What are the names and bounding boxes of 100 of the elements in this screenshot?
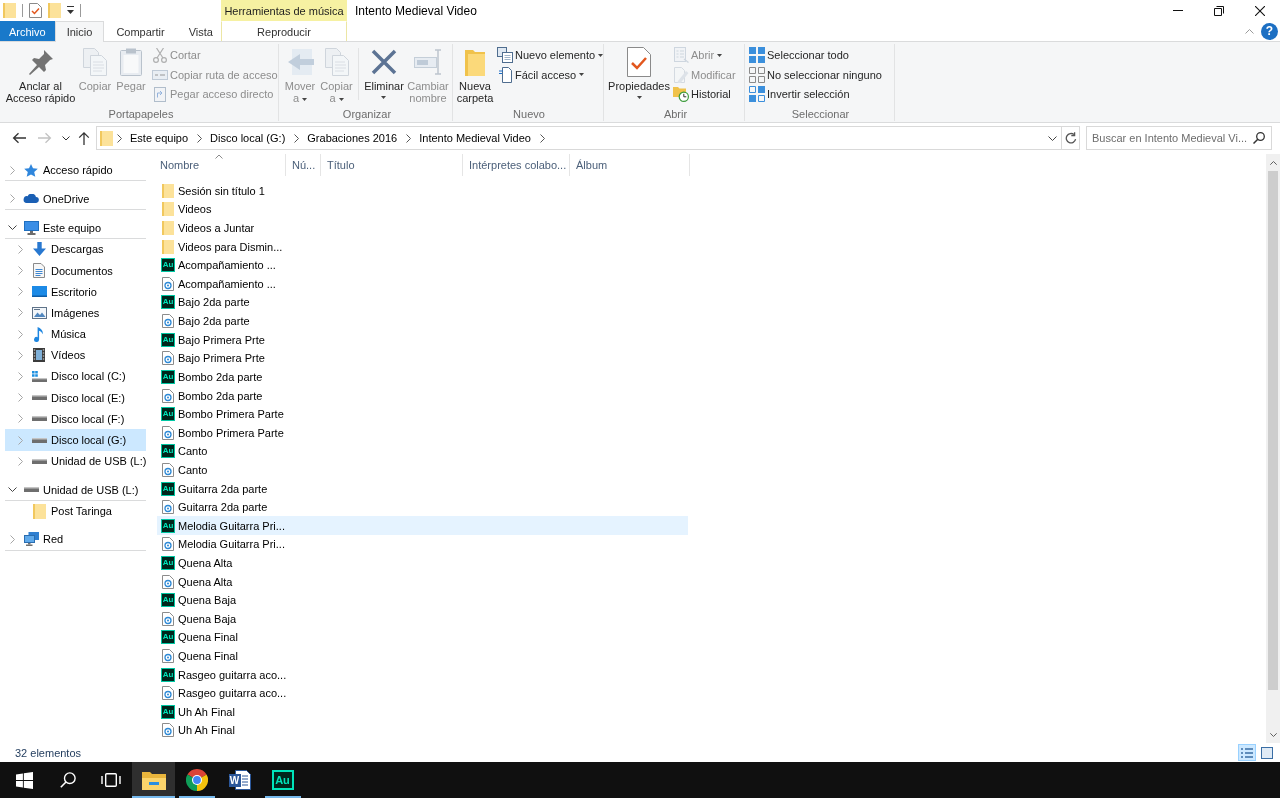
file-row[interactable]: Au Quena Final	[157, 628, 688, 647]
nav-item[interactable]: Red	[5, 529, 146, 551]
chevron-right-icon[interactable]	[294, 133, 300, 143]
file-row[interactable]: Guitarra 2da parte	[157, 497, 688, 517]
tab[interactable]: Archivo	[0, 21, 55, 41]
file-row[interactable]: Quena Baja	[157, 609, 688, 629]
nav-item[interactable]: Disco local (F:)	[5, 408, 146, 430]
stacked-squares-icon	[497, 47, 513, 64]
nav-item[interactable]: Post Taringa	[5, 500, 146, 522]
breadcrumb[interactable]: Disco local (G:)	[202, 127, 292, 149]
ribbon-button[interactable]: Nueva carpeta	[455, 44, 495, 106]
file-row[interactable]: Videos a Juntar	[157, 218, 688, 238]
nav-item[interactable]: Unidad de USB (L:)	[5, 450, 146, 472]
tab[interactable]: Inicio	[54, 21, 105, 42]
chevron-down-icon[interactable]	[1269, 732, 1277, 737]
file-row[interactable]: Sesión sin título 1	[157, 181, 688, 201]
ribbon-button[interactable]: Anclar al Acceso rápido	[4, 44, 77, 106]
file-row[interactable]: Melodia Guitarra Pri...	[157, 535, 688, 554]
tab[interactable]: Reproducir	[221, 21, 347, 41]
file-row[interactable]: Au Melodia Guitarra Pri...	[157, 516, 688, 536]
ribbon-button[interactable]: Fácil acceso	[495, 65, 606, 85]
file-row[interactable]: Bombo Primera Parte	[157, 423, 688, 443]
file-row[interactable]: Quena Final	[157, 646, 688, 666]
column-header[interactable]: Nombre	[157, 154, 286, 176]
search-field[interactable]: Buscar en Intento Medieval Vi...	[1086, 126, 1272, 150]
nav-item[interactable]: OneDrive	[5, 188, 146, 210]
file-row[interactable]: Acompañamiento ...	[157, 274, 688, 294]
column-header[interactable]: Álbum	[570, 154, 690, 176]
nav-item[interactable]: Disco local (C:)	[5, 365, 146, 388]
file-row[interactable]: Au Quena Alta	[157, 553, 688, 573]
file-row[interactable]: Canto	[157, 460, 688, 480]
ribbon-button[interactable]: Propiedades	[607, 44, 671, 106]
details-view-button[interactable]	[1238, 744, 1256, 761]
item-count: 32 elementos	[15, 746, 82, 759]
file-row[interactable]: Au Bajo 2da parte	[157, 293, 688, 312]
file-row[interactable]: Bajo Primera Prte	[157, 349, 688, 368]
nav-item[interactable]: Acceso rápido	[5, 160, 146, 182]
ribbon-button[interactable]: Invertir selección	[747, 84, 884, 104]
ribbon-button[interactable]: Nuevo elemento	[495, 45, 606, 65]
address-bar[interactable]: Este equipo Disco local (G:) Grabaciones 2016 Intento Medieval Video	[96, 126, 1080, 150]
chevron-down-icon[interactable]	[8, 225, 17, 231]
nav-item[interactable]: Unidad de USB (L:)	[5, 479, 146, 501]
file-row[interactable]: Uh Ah Final	[157, 721, 688, 740]
taskbar-app-button[interactable]: W	[218, 762, 261, 798]
file-row[interactable]: Au Bajo Primera Prte	[157, 330, 688, 349]
column-header[interactable]: Título	[321, 154, 463, 176]
file-row[interactable]: Bajo 2da parte	[157, 311, 688, 331]
file-row[interactable]: Au Bombo 2da parte	[157, 367, 688, 387]
file-row[interactable]: Quena Alta	[157, 572, 688, 591]
ribbon-button[interactable]: Seleccionar todo	[747, 45, 884, 65]
scrollbar-thumb[interactable]	[1268, 171, 1278, 690]
chevron-down-icon[interactable]	[8, 487, 17, 492]
nav-item[interactable]: Imágenes	[5, 302, 146, 324]
ribbon-button[interactable]: No seleccionar ninguno	[747, 65, 884, 85]
up-arrow-icon	[78, 131, 90, 145]
file-row[interactable]: Au Canto	[157, 442, 688, 461]
ribbon-button[interactable]: Eliminar	[362, 44, 406, 106]
group-label: Abrir	[662, 107, 689, 121]
column-header[interactable]: Nú...	[286, 154, 321, 176]
breadcrumb[interactable]: Intento Medieval Video	[411, 127, 537, 149]
ribbon-button[interactable]: Historial	[671, 84, 738, 104]
search-icon	[1253, 132, 1265, 144]
nav-item[interactable]: Disco local (G:)	[5, 429, 146, 451]
breadcrumb[interactable]: Grabaciones 2016	[299, 127, 404, 149]
nav-item[interactable]: Disco local (E:)	[5, 387, 146, 409]
file-row[interactable]: Au Uh Ah Final	[157, 702, 688, 722]
file-row[interactable]: Au Quena Baja	[157, 590, 688, 610]
taskbar-app-button[interactable]	[132, 762, 175, 798]
large-icons-view-button[interactable]	[1258, 744, 1276, 761]
chevron-up-icon[interactable]	[1269, 160, 1277, 165]
nav-item[interactable]: Descargas	[5, 238, 146, 260]
refresh-button[interactable]	[1061, 127, 1079, 149]
folder-icon	[465, 48, 485, 76]
nav-item[interactable]: Este equipo	[5, 217, 146, 239]
nav-item[interactable]: Vídeos	[5, 344, 146, 366]
network-monitors-icon	[23, 532, 39, 547]
nav-item[interactable]: Documentos	[5, 259, 146, 282]
caret-down-icon[interactable]	[67, 6, 74, 15]
nav-item[interactable]: Música	[5, 323, 146, 345]
breadcrumb[interactable]: Este equipo	[122, 127, 195, 149]
file-row[interactable]: Au Bombo Primera Parte	[157, 404, 688, 424]
file-row[interactable]: Videos para Dismin...	[157, 237, 688, 256]
file-row[interactable]: Au Rasgeo guitarra aco...	[157, 665, 688, 684]
chevron-right-icon[interactable]	[197, 133, 203, 143]
file-row[interactable]: Bombo 2da parte	[157, 386, 688, 405]
chevron-right-icon[interactable]	[406, 133, 412, 143]
chevron-down-icon	[1048, 135, 1057, 141]
nav-item[interactable]: Escritorio	[5, 281, 146, 303]
column-header[interactable]: Intérpretes colabo...	[463, 154, 570, 176]
file-row[interactable]: Au Guitarra 2da parte	[157, 479, 688, 498]
chevron-up-icon	[1244, 28, 1254, 34]
chevron-right-icon[interactable]	[117, 133, 122, 143]
restore-icon	[1213, 5, 1224, 16]
file-row[interactable]: Videos	[157, 200, 688, 219]
file-row[interactable]: Au Acompañamiento ...	[157, 255, 688, 275]
file-row[interactable]: Rasgeo guitarra aco...	[157, 683, 688, 703]
tab[interactable]: Compartir	[104, 21, 177, 41]
help-button[interactable]: ?	[1261, 22, 1278, 40]
check-page-icon[interactable]	[29, 3, 42, 18]
chevron-right-icon[interactable]	[539, 133, 545, 143]
